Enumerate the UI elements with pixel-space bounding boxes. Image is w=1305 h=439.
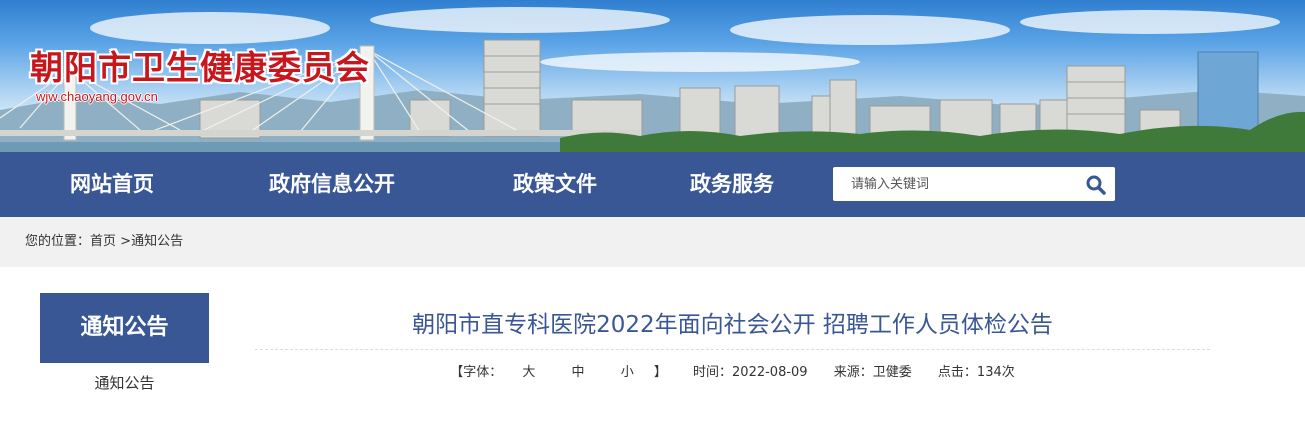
breadcrumb-separator: > xyxy=(116,234,132,249)
site-title: 朝阳市卫生健康委员会 xyxy=(30,48,370,87)
click-count: 134次 xyxy=(976,365,1015,380)
breadcrumb-bar: 您的位置：首页 >通知公告 xyxy=(0,217,1305,267)
source-label: 来源： xyxy=(833,365,873,380)
breadcrumb: 您的位置：首页 >通知公告 xyxy=(25,217,183,267)
breadcrumb-prefix: 您的位置： xyxy=(25,234,91,249)
breadcrumb-current-link[interactable]: 通知公告 xyxy=(131,234,183,249)
sidebar-item-notices[interactable]: 通知公告 xyxy=(40,372,209,393)
breadcrumb-home-link[interactable]: 首页 xyxy=(90,234,116,249)
publish-date: 2022-08-09 xyxy=(732,365,808,380)
font-size-medium-button[interactable]: 中 xyxy=(572,361,585,380)
font-size-large-button[interactable]: 大 xyxy=(522,361,535,380)
sidebar-heading: 通知公告 xyxy=(40,293,209,363)
nav-item-policy[interactable]: 政策文件 xyxy=(513,152,597,217)
header-banner: 朝阳市卫生健康委员会 wjw.chaoyang.gov.cn xyxy=(0,0,1305,152)
nav-item-home[interactable]: 网站首页 xyxy=(70,152,154,217)
nav-item-services[interactable]: 政务服务 xyxy=(690,152,774,217)
date-label: 时间： xyxy=(693,365,733,380)
article-title: 朝阳市直专科医院2022年面向社会公开 招聘工作人员体检公告 xyxy=(412,312,1053,338)
article-meta: 【字体： 大 中 小 】 时间：2022-08-09 来源：卫健委 点击：134… xyxy=(255,361,1210,380)
search-box xyxy=(833,167,1115,201)
font-size-close: 】 xyxy=(653,365,667,380)
article-source: 卫健委 xyxy=(872,365,912,380)
search-icon[interactable] xyxy=(1085,174,1107,196)
font-size-label: 【字体： xyxy=(450,365,503,380)
search-input[interactable] xyxy=(841,167,1071,201)
site-domain: wjw.chaoyang.gov.cn xyxy=(36,89,158,104)
title-divider xyxy=(255,349,1210,350)
font-size-small-button[interactable]: 小 xyxy=(621,361,634,380)
clicks-label: 点击： xyxy=(937,365,977,380)
nav-item-gov-info[interactable]: 政府信息公开 xyxy=(269,152,395,217)
main-nav: 网站首页 政府信息公开 政策文件 政务服务 xyxy=(0,152,1305,217)
